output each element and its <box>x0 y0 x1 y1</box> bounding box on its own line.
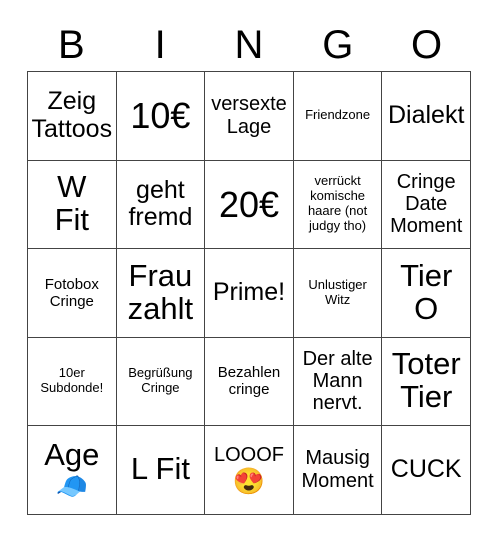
bingo-cell-label: Begrüßung Cringe <box>128 365 193 396</box>
bingo-cell-content: Fotobox Cringe <box>31 276 113 311</box>
bingo-cell[interactable]: Age 🧢 <box>28 426 117 515</box>
bingo-cell-label: Der alte Mann nervt. <box>302 347 373 415</box>
bingo-cell-label: CUCK <box>390 455 462 483</box>
bingo-cell-label: Mausig Moment <box>301 447 374 492</box>
bingo-cell-content: Dialekt <box>385 101 467 130</box>
bingo-cell-label: Friendzone <box>305 107 371 123</box>
bingo-cell-content: 20€ <box>208 183 290 225</box>
bingo-cell-content: 10er Subdonde! <box>31 365 113 396</box>
bingo-cell-content: versexte Lage <box>208 93 290 138</box>
bingo-cell-label: Cringe Date Moment <box>390 170 463 238</box>
header-letter-i: I <box>154 22 166 67</box>
bingo-cell[interactable]: Begrüßung Cringe <box>116 337 206 426</box>
bingo-cell-label: LOOOF <box>213 444 284 467</box>
bingo-cell-content: LOOOF 😍 <box>208 444 290 495</box>
bingo-cell[interactable]: Bezahlen cringe <box>205 337 294 426</box>
bingo-card: B I N G O Zeig Tattoos 10€ versexte Lage Fr… <box>27 18 471 515</box>
bingo-cell[interactable]: 10€ <box>116 72 206 161</box>
bingo-cell-content: Begrüßung Cringe <box>120 365 202 396</box>
bingo-header-row: B I N G O <box>27 18 471 71</box>
header-letter-b: B <box>58 22 85 67</box>
bingo-cell-content: Zeig Tattoos <box>31 88 113 143</box>
header-letter-n: N <box>234 22 264 67</box>
bingo-cell-content: Tier O <box>385 257 467 326</box>
bingo-cell-content: Der alte Mann nervt. <box>297 348 379 415</box>
bingo-cell[interactable]: versexte Lage <box>205 72 294 161</box>
bingo-cell-label: Tier O <box>400 257 453 326</box>
bingo-cell[interactable]: verrückt komische haare (not judgy tho) <box>293 160 383 249</box>
bingo-cell[interactable]: Friendzone <box>293 72 383 161</box>
cap-icon: 🧢 <box>55 470 88 501</box>
bingo-cell-label: Unlustiger Witz <box>308 276 367 307</box>
bingo-cell[interactable]: geht fremd <box>116 160 206 249</box>
bingo-cell-label: Bezahlen cringe <box>217 364 281 399</box>
bingo-cell-label: versexte Lage <box>211 93 287 138</box>
bingo-cell-content: Prime! <box>208 278 290 307</box>
bingo-cell[interactable]: Toter Tier <box>382 337 471 426</box>
bingo-cell[interactable]: Zeig Tattoos <box>28 72 117 161</box>
bingo-cell-label: Frau zahlt <box>127 257 194 326</box>
bingo-cell-label: Zeig Tattoos <box>31 87 113 143</box>
bingo-cell[interactable]: Cringe Date Moment <box>382 160 471 249</box>
bingo-cell-content: Frau zahlt <box>120 257 202 326</box>
bingo-cell[interactable]: W Fit <box>28 160 117 249</box>
bingo-cell-label: W Fit <box>54 169 90 238</box>
bingo-cell[interactable]: L Fit <box>116 426 206 515</box>
bingo-cell-content: L Fit <box>120 451 202 487</box>
bingo-cell-content: Friendzone <box>297 107 379 123</box>
bingo-cell[interactable]: Mausig Moment <box>293 426 383 515</box>
header-letter-o: O <box>411 22 443 67</box>
bingo-cell-content: verrückt komische haare (not judgy tho) <box>297 173 379 234</box>
bingo-cell-label: Age <box>44 437 100 473</box>
bingo-cell-label: L Fit <box>130 451 190 487</box>
bingo-cell[interactable]: Frau zahlt <box>116 249 206 338</box>
bingo-cell-label: verrückt komische haare (not judgy tho) <box>307 173 368 234</box>
bingo-cell-label: Toter Tier <box>391 346 461 415</box>
bingo-cell-label: Prime! <box>212 278 286 306</box>
bingo-cell[interactable]: Der alte Mann nervt. <box>293 337 383 426</box>
bingo-cell-label: 20€ <box>218 183 280 225</box>
bingo-cell-content: CUCK <box>385 455 467 484</box>
bingo-cell-content: Unlustiger Witz <box>297 276 379 308</box>
bingo-cell-label: Fotobox Cringe <box>44 275 99 310</box>
bingo-cell-label: geht fremd <box>128 175 193 232</box>
bingo-cell[interactable]: Dialekt <box>382 72 471 161</box>
bingo-cell-content: W Fit <box>31 171 113 237</box>
bingo-grid: Zeig Tattoos 10€ versexte Lage Friendzone Di… <box>27 71 471 515</box>
bingo-cell-content: Bezahlen cringe <box>208 364 290 399</box>
bingo-cell-content: geht fremd <box>120 175 202 232</box>
bingo-cell-content: Cringe Date Moment <box>385 171 467 238</box>
bingo-cell-label: Dialekt <box>387 101 465 129</box>
bingo-cell[interactable]: 20€ <box>205 160 294 249</box>
bingo-cell[interactable]: Fotobox Cringe <box>28 249 117 338</box>
bingo-cell-content: 10€ <box>120 95 202 137</box>
bingo-cell[interactable]: 10er Subdonde! <box>28 337 117 426</box>
header-letter-g: G <box>322 22 354 67</box>
bingo-cell[interactable]: Tier O <box>382 249 471 338</box>
bingo-cell-content: Mausig Moment <box>297 447 379 492</box>
bingo-cell-label: 10€ <box>130 95 191 137</box>
heart-eyes-icon: 😍 <box>232 465 266 496</box>
bingo-cell[interactable]: LOOOF 😍 <box>205 426 294 515</box>
bingo-cell[interactable]: Prime! <box>205 249 294 338</box>
bingo-cell[interactable]: CUCK <box>382 426 471 515</box>
bingo-cell-content: Toter Tier <box>385 348 467 414</box>
bingo-cell-label: 10er Subdonde! <box>40 365 104 396</box>
bingo-cell-content: Age 🧢 <box>31 437 113 501</box>
bingo-cell[interactable]: Unlustiger Witz <box>293 249 383 338</box>
